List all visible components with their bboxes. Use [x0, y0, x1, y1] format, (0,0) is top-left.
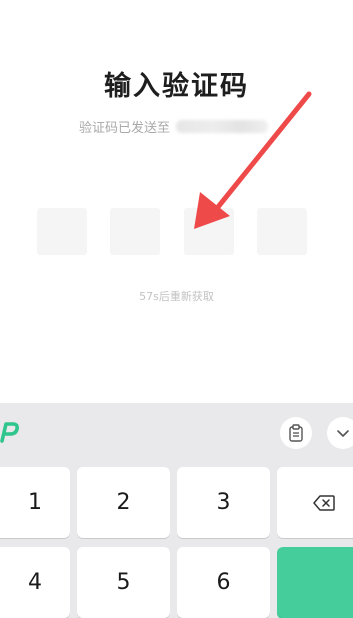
key-2-label: 2 — [116, 490, 131, 515]
code-digit-box-2[interactable] — [110, 208, 160, 255]
backspace-icon — [313, 494, 335, 511]
key-6[interactable]: 6 — [177, 547, 270, 618]
ime-logo-glyph — [0, 422, 19, 443]
keyboard-toolbar — [0, 403, 353, 463]
verification-screen: 输入验证码 验证码已发送至 57s后重新获取 1 2 3 4 5 6 — [0, 0, 353, 618]
clipboard-button[interactable] — [280, 417, 312, 449]
blurred-phone-number — [176, 119, 269, 133]
code-input-group[interactable] — [37, 208, 315, 255]
key-3[interactable]: 3 — [177, 467, 270, 538]
key-4-label: 4 — [28, 570, 42, 595]
annotation-arrow-shaft — [211, 91, 312, 215]
code-digit-box-3[interactable] — [184, 208, 234, 255]
chevron-down-icon — [337, 430, 349, 437]
key-6-label: 6 — [216, 570, 231, 595]
delete-key[interactable] — [277, 467, 353, 538]
page-title: 输入验证码 — [104, 71, 249, 102]
key-5-label: 5 — [116, 570, 131, 595]
key-2[interactable]: 2 — [77, 467, 170, 538]
key-4[interactable]: 4 — [0, 547, 70, 618]
numeric-keyboard: 1 2 3 4 5 6 — [0, 403, 353, 618]
hide-keyboard-button[interactable] — [327, 417, 353, 449]
key-1-label: 1 — [28, 490, 42, 515]
code-digit-box-1[interactable] — [37, 208, 87, 255]
key-1[interactable]: 1 — [0, 467, 70, 538]
key-5[interactable]: 5 — [77, 547, 170, 618]
sent-to-label: 验证码已发送至 — [79, 120, 171, 136]
confirm-key[interactable] — [277, 547, 353, 618]
code-digit-box-4[interactable] — [257, 208, 307, 255]
key-3-label: 3 — [216, 490, 231, 515]
ime-logo-icon[interactable] — [0, 419, 22, 445]
sent-to-row: 验证码已发送至 — [79, 117, 269, 136]
resend-countdown: 57s后重新获取 — [139, 290, 214, 303]
clipboard-icon — [289, 424, 303, 442]
